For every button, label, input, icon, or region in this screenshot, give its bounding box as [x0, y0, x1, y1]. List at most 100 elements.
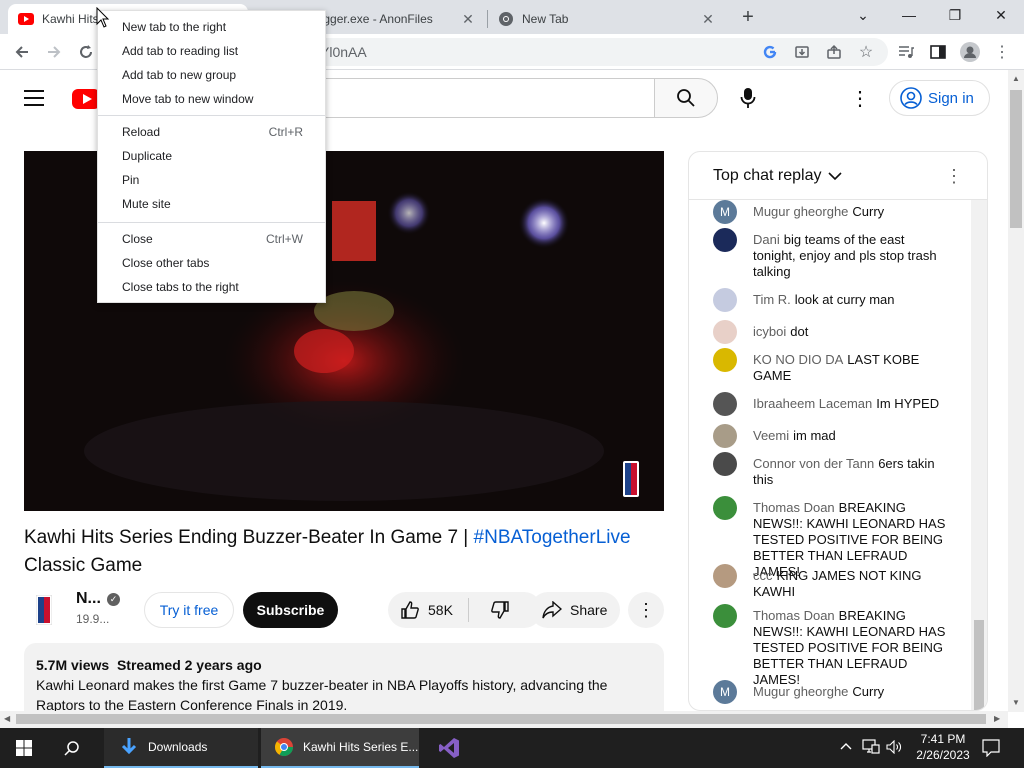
horizontal-scroll-thumb[interactable]: [16, 714, 986, 724]
chat-message-body: Connor von der Tann 6ers takin this: [753, 456, 949, 488]
start-button[interactable]: [0, 728, 48, 768]
reload-icon[interactable]: [72, 38, 100, 66]
chat-author[interactable]: Dani: [753, 232, 780, 247]
chat-author[interactable]: ccc: [753, 568, 773, 583]
context-menu-item[interactable]: Add tab to reading list: [98, 39, 325, 63]
notification-icon[interactable]: [982, 739, 1000, 760]
chevron-up-icon[interactable]: [840, 740, 852, 754]
chat-author[interactable]: Mugur gheorghe: [753, 204, 848, 219]
chrome-menu-icon[interactable]: ⋮: [988, 38, 1016, 66]
new-tab-button[interactable]: +: [736, 6, 760, 28]
share-page-icon[interactable]: [820, 38, 848, 66]
chat-author[interactable]: Thomas Doan: [753, 608, 835, 623]
hamburger-menu-icon[interactable]: [24, 90, 44, 106]
chat-avatar[interactable]: [713, 452, 737, 476]
page-scroll-thumb[interactable]: [1010, 90, 1022, 228]
context-menu-item[interactable]: Pin: [98, 168, 325, 192]
chat-avatar[interactable]: [713, 392, 737, 416]
context-menu-item[interactable]: Add tab to new group: [98, 63, 325, 87]
page-horizontal-scrollbar[interactable]: ◀ ▶: [0, 711, 1008, 728]
taskbar-clock[interactable]: 7:41 PM 2/26/2023: [912, 731, 974, 763]
chat-avatar[interactable]: M: [713, 200, 737, 224]
channel-name[interactable]: N...: [76, 590, 101, 608]
scroll-right-arrow-icon[interactable]: ▶: [994, 714, 1000, 723]
context-menu-item[interactable]: Close tabs to the right: [98, 275, 325, 299]
chat-message-body: Mugur gheorghe Curry: [753, 204, 949, 220]
chat-avatar[interactable]: [713, 604, 737, 628]
chat-author[interactable]: Mugur gheorghe: [753, 684, 848, 699]
taskbar-chrome-window[interactable]: Kawhi Hits Series E...: [261, 728, 419, 768]
share-button[interactable]: Share: [530, 592, 620, 628]
search-button[interactable]: [654, 78, 718, 118]
video-title-main: Kawhi Hits Series Ending Buzzer-Beater I…: [24, 527, 469, 548]
chat-scroll-thumb[interactable]: [974, 620, 984, 710]
chat-author[interactable]: Ibraaheem Laceman: [753, 396, 872, 411]
hashtag-link[interactable]: #NBATogetherLive: [474, 527, 631, 548]
context-menu-item[interactable]: Close Ctrl+W: [98, 227, 325, 251]
forward-icon[interactable]: [40, 38, 68, 66]
sign-in-label: Sign in: [928, 89, 974, 107]
restore-icon[interactable]: ❐: [932, 0, 978, 30]
chevron-down-icon[interactable]: [827, 171, 842, 181]
context-menu-item[interactable]: New tab to the right: [98, 15, 325, 39]
context-menu-item[interactable]: Duplicate: [98, 144, 325, 168]
network-icon[interactable]: [862, 739, 880, 758]
channel-avatar[interactable]: [24, 590, 64, 630]
tab-new-tab[interactable]: New Tab ✕: [488, 4, 726, 34]
chrome-icon: [498, 11, 514, 27]
context-menu-item[interactable]: Close other tabs: [98, 251, 325, 275]
search-input[interactable]: [300, 78, 656, 118]
scroll-down-arrow-icon[interactable]: ▼: [1012, 698, 1020, 707]
bookmark-star-icon[interactable]: ☆: [852, 38, 880, 66]
context-menu-item[interactable]: Reload Ctrl+R: [98, 120, 325, 144]
chat-author[interactable]: Veemi: [753, 428, 789, 443]
chat-avatar[interactable]: [713, 424, 737, 448]
chat-more-icon[interactable]: ⋮: [945, 166, 963, 187]
install-app-icon[interactable]: [788, 38, 816, 66]
scroll-up-arrow-icon[interactable]: ▲: [1012, 74, 1020, 83]
like-button[interactable]: 58K: [388, 592, 468, 628]
chat-avatar[interactable]: [713, 320, 737, 344]
tab-search-icon[interactable]: ⌄: [840, 0, 886, 30]
chat-author[interactable]: Connor von der Tann: [753, 456, 874, 471]
page-vertical-scrollbar[interactable]: ▲ ▼: [1008, 70, 1024, 712]
dislike-button[interactable]: [470, 592, 530, 628]
side-panel-icon[interactable]: [924, 38, 952, 66]
chat-avatar[interactable]: [713, 564, 737, 588]
taskbar-search-button[interactable]: [48, 728, 96, 768]
chat-author[interactable]: icyboi: [753, 324, 786, 339]
voice-search-button[interactable]: [728, 78, 768, 118]
sign-in-button[interactable]: Sign in: [889, 80, 990, 116]
subscribe-button[interactable]: Subscribe: [243, 592, 338, 628]
chat-author[interactable]: Thomas Doan: [753, 500, 835, 515]
close-window-icon[interactable]: ✕: [978, 0, 1024, 30]
minimize-icon[interactable]: —: [886, 0, 932, 30]
volume-icon[interactable]: [886, 739, 902, 757]
google-icon[interactable]: [756, 38, 784, 66]
chat-avatar[interactable]: [713, 228, 737, 252]
chat-author[interactable]: KO NO DIO DA: [753, 352, 843, 367]
taskbar-visual-studio[interactable]: [424, 728, 466, 768]
search-icon: [64, 741, 79, 756]
scroll-left-arrow-icon[interactable]: ◀: [4, 714, 10, 723]
chat-avatar[interactable]: [713, 496, 737, 520]
chat-avatar[interactable]: [713, 288, 737, 312]
chat-author[interactable]: Tim R.: [753, 292, 791, 307]
try-it-free-button[interactable]: Try it free: [144, 592, 234, 628]
media-control-icon[interactable]: [892, 38, 920, 66]
tab-close-icon[interactable]: ✕: [698, 9, 718, 29]
context-menu-item[interactable]: Mute site: [98, 192, 325, 216]
youtube-logo[interactable]: [72, 89, 100, 109]
chat-text: big teams of the east tonight, enjoy and…: [753, 232, 937, 279]
settings-more-icon[interactable]: ⋮: [848, 86, 872, 110]
context-menu-item[interactable]: Move tab to new window: [98, 87, 325, 111]
back-icon[interactable]: [8, 38, 36, 66]
chat-mode-dropdown[interactable]: Top chat replay: [713, 167, 822, 185]
profile-icon[interactable]: [956, 38, 984, 66]
more-actions-icon[interactable]: ⋮: [628, 592, 664, 628]
chat-scrollbar[interactable]: [971, 200, 987, 710]
taskbar-downloads[interactable]: Downloads: [104, 728, 258, 768]
tab-close-icon[interactable]: ✕: [458, 9, 478, 29]
chat-avatar[interactable]: M: [713, 680, 737, 704]
chat-avatar[interactable]: [713, 348, 737, 372]
